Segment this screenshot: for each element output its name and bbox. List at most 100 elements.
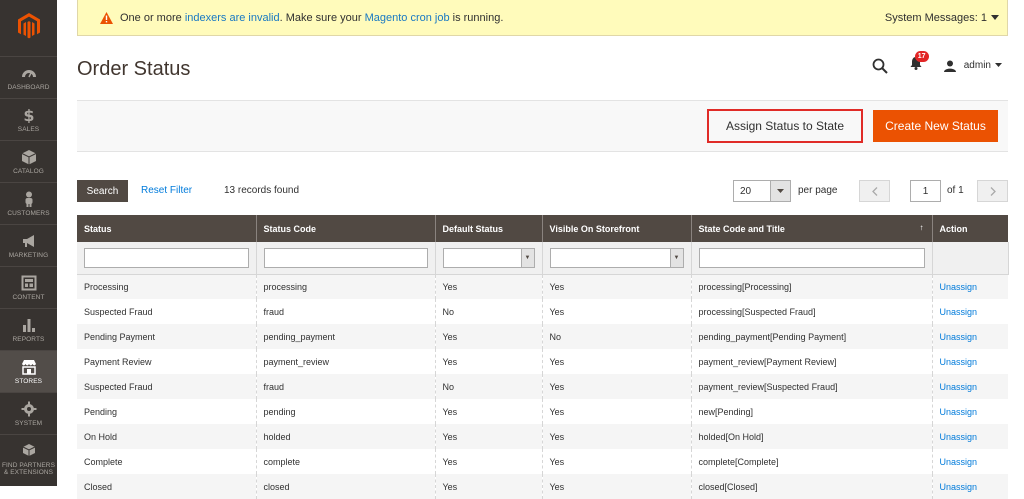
cell-default-status: Yes: [435, 449, 543, 474]
nav-customers[interactable]: CUSTOMERS: [0, 182, 57, 224]
assign-status-to-state-button[interactable]: Assign Status to State: [707, 109, 863, 143]
nav-reports[interactable]: REPORTS: [0, 308, 57, 350]
reset-filter-link[interactable]: Reset Filter: [141, 185, 192, 196]
user-icon: [943, 60, 956, 72]
filter-row: ▼ ▼: [77, 242, 1009, 275]
unassign-link[interactable]: Unassign: [932, 474, 1008, 499]
column-header-status-code[interactable]: Status Code: [256, 215, 436, 242]
admin-sidebar: DASHBOARD $ SALES CATALOG CUSTOMERS MARK…: [0, 0, 57, 486]
per-page-select[interactable]: 20: [733, 180, 791, 202]
unassign-link[interactable]: Unassign: [932, 424, 1008, 449]
filter-cell: ▼: [435, 242, 543, 275]
unassign-link[interactable]: Unassign: [932, 349, 1008, 374]
nav-system[interactable]: SYSTEM: [0, 392, 57, 434]
unassign-link[interactable]: Unassign: [932, 299, 1008, 324]
unassign-link[interactable]: Unassign: [932, 399, 1008, 424]
notifications-button[interactable]: 17: [910, 51, 929, 75]
grid-header-row: Status Status Code Default Status Visibl…: [77, 215, 1008, 242]
unassign-link[interactable]: Unassign: [932, 274, 1008, 299]
cell-visible-on-storefront: Yes: [542, 299, 692, 324]
unassign-link[interactable]: Unassign: [932, 324, 1008, 349]
filter-cell: ▼: [542, 242, 692, 275]
table-row[interactable]: Pending pending Yes Yes new[Pending] Unassign: [77, 399, 1008, 424]
per-page-value: 20: [740, 186, 752, 197]
system-messages-toggle[interactable]: System Messages: 1: [885, 12, 999, 24]
gear-icon: [21, 401, 36, 417]
column-header-visible-on-storefront[interactable]: Visible On Storefront: [542, 215, 692, 242]
table-row[interactable]: Suspected Fraud fraud No Yes payment_review[…: [77, 374, 1008, 399]
filter-state-code-input[interactable]: [698, 247, 925, 268]
cell-default-status: No: [435, 374, 543, 399]
cell-default-status: Yes: [435, 324, 543, 349]
cell-status: Suspected Fraud: [77, 374, 257, 399]
chevron-down-icon: ▼: [520, 248, 534, 267]
system-message-bar: One or more indexers are invalid. Make s…: [77, 0, 1008, 36]
nav-label: CONTENT: [12, 294, 45, 301]
cell-visible-on-storefront: Yes: [542, 449, 692, 474]
filter-status-code-input[interactable]: [263, 247, 428, 268]
table-row[interactable]: Closed closed Yes Yes closed[Closed] Unassign: [77, 474, 1008, 499]
nav-marketing[interactable]: MARKETING: [0, 224, 57, 266]
unassign-link[interactable]: Unassign: [932, 449, 1008, 474]
svg-text:$: $: [23, 107, 34, 123]
system-messages-label: System Messages: 1: [884, 12, 987, 24]
main-content: One or more indexers are invalid. Make s…: [57, 0, 1024, 499]
cell-state-code-and-title: holded[On Hold]: [691, 424, 933, 449]
column-header-state-code-and-title[interactable]: State Code and Title ↑: [691, 215, 933, 242]
unassign-link[interactable]: Unassign: [932, 374, 1008, 399]
admin-user-menu[interactable]: admin: [943, 60, 1002, 72]
nav-find-partners[interactable]: FIND PARTNERS & EXTENSIONS: [0, 434, 57, 486]
filter-default-status-select[interactable]: ▼: [442, 247, 535, 268]
cell-default-status: Yes: [435, 399, 543, 424]
bar-chart-icon: [22, 319, 35, 332]
cell-visible-on-storefront: Yes: [542, 349, 692, 374]
chevron-down-icon: [991, 15, 999, 20]
cron-link[interactable]: Magento cron job: [365, 12, 450, 24]
store-icon: [21, 360, 36, 375]
cell-status-code: holded: [256, 424, 436, 449]
filter-visible-storefront-select[interactable]: ▼: [549, 247, 684, 268]
next-page-button[interactable]: [977, 180, 1008, 202]
search-icon[interactable]: [872, 58, 888, 74]
search-button[interactable]: Search: [77, 180, 128, 202]
nav-label: CUSTOMERS: [7, 210, 50, 217]
cell-state-code-and-title: processing[Processing]: [691, 274, 933, 299]
cell-visible-on-storefront: Yes: [542, 424, 692, 449]
nav-stores[interactable]: STORES: [0, 350, 57, 392]
cell-status: On Hold: [77, 424, 257, 449]
table-row[interactable]: On Hold holded Yes Yes holded[On Hold] Unassi…: [77, 424, 1008, 449]
table-row[interactable]: Complete complete Yes Yes complete[Complete]…: [77, 449, 1008, 474]
cell-status: Processing: [77, 274, 257, 299]
header-tools: 17 admin: [872, 51, 1002, 75]
create-new-status-button[interactable]: Create New Status: [873, 110, 998, 142]
nav-catalog[interactable]: CATALOG: [0, 140, 57, 182]
nav-dashboard[interactable]: DASHBOARD: [0, 56, 57, 98]
records-count: 13 records found: [224, 185, 300, 196]
person-icon: [25, 191, 32, 207]
cell-visible-on-storefront: Yes: [542, 274, 692, 299]
column-header-action: Action: [932, 215, 1008, 242]
magento-logo[interactable]: [0, 0, 57, 52]
chevron-left-icon: [871, 186, 877, 196]
nav-label: SYSTEM: [14, 420, 43, 427]
column-header-default-status[interactable]: Default Status: [435, 215, 543, 242]
table-row[interactable]: Pending Payment pending_payment Yes No pendi…: [77, 324, 1008, 349]
column-header-status[interactable]: Status: [77, 215, 257, 242]
system-message-text: One or more indexers are invalid. Make s…: [120, 12, 503, 24]
page-title: Order Status: [77, 58, 191, 80]
nav-sales[interactable]: $ SALES: [0, 98, 57, 140]
indexers-link[interactable]: indexers are invalid: [185, 12, 280, 24]
chevron-right-icon: [990, 186, 996, 196]
page-number-input[interactable]: 1: [910, 180, 941, 202]
nav-label: SALES: [17, 126, 40, 133]
table-row[interactable]: Suspected Fraud fraud No Yes processing[Susp…: [77, 299, 1008, 324]
nav-content[interactable]: CONTENT: [0, 266, 57, 308]
filter-status-input[interactable]: [84, 247, 249, 268]
previous-page-button[interactable]: [859, 180, 890, 202]
cell-state-code-and-title: new[Pending]: [691, 399, 933, 424]
table-row[interactable]: Processing processing Yes Yes processing[Pro…: [77, 274, 1008, 299]
cell-status-code: pending: [256, 399, 436, 424]
message-text-1: One or more: [120, 11, 185, 24]
cell-default-status: Yes: [435, 349, 543, 374]
table-row[interactable]: Payment Review payment_review Yes Yes paymen…: [77, 349, 1008, 374]
